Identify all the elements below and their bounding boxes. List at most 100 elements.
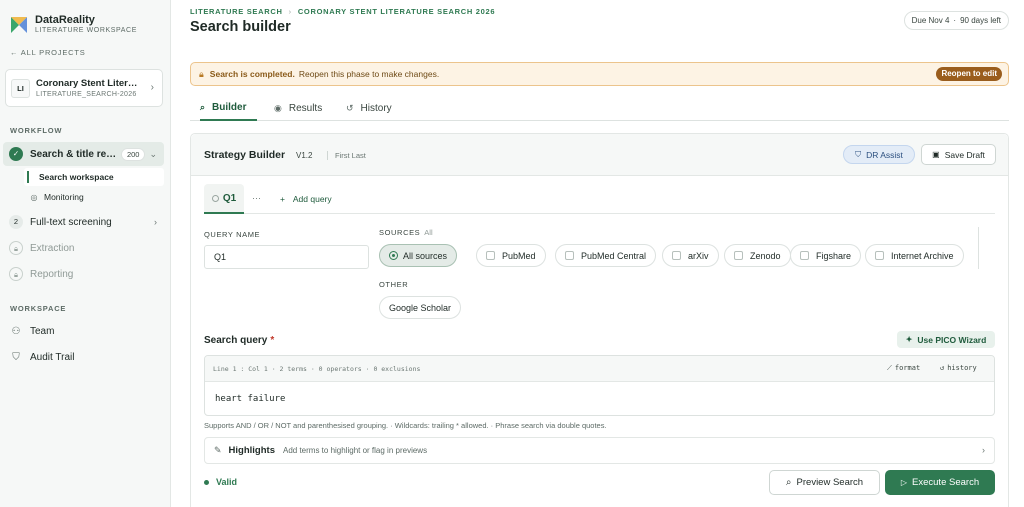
- project-selector[interactable]: LI Coronary Stent Literature Search 2026…: [5, 69, 163, 107]
- workspace-item-label: Team: [30, 326, 55, 337]
- chip-label: Figshare: [816, 250, 852, 261]
- tab-label: History: [360, 102, 392, 114]
- sparkle-icon: ✦: [905, 335, 913, 344]
- chip-label: All sources: [403, 250, 448, 261]
- datareality-logo-icon: [11, 17, 27, 33]
- users-icon: ⚇: [11, 326, 21, 337]
- dr-assist-button[interactable]: ⛉ DR Assist: [843, 145, 915, 164]
- chevron-right-icon: ›: [150, 82, 154, 93]
- more-options-icon[interactable]: ···: [252, 193, 261, 203]
- highlights-description: Add terms to highlight or flag in previe…: [283, 446, 428, 455]
- execute-search-button[interactable]: ▷ Execute Search: [885, 470, 995, 495]
- query-name-input[interactable]: Q1: [204, 245, 369, 269]
- button-label: format: [894, 364, 921, 372]
- subitem-monitoring[interactable]: ◎ Monitoring: [24, 188, 164, 206]
- query-tab-label: Q1: [222, 192, 237, 204]
- source-chip-figshare[interactable]: Figshare: [790, 244, 862, 267]
- chip-label: Google Scholar: [389, 302, 452, 313]
- chevron-down-icon[interactable]: ⌄: [149, 149, 157, 160]
- breadcrumb-item[interactable]: LITERATURE SEARCH: [190, 7, 283, 16]
- workspace-item-label: Audit Trail: [30, 352, 75, 363]
- workflow-item-label: Search & title review: [30, 148, 121, 160]
- tab-label: Results: [288, 102, 323, 114]
- banner-text: Reopen this phase to make changes.: [298, 69, 440, 79]
- workflow-item-label: Extraction: [30, 242, 75, 254]
- workflow-item-full-text-screening[interactable]: 2 Full-text screening ›: [3, 210, 164, 234]
- chip-label: PubMed: [502, 250, 536, 261]
- tab-builder[interactable]: ⌕ Builder: [200, 95, 257, 121]
- valid-label: Valid: [216, 477, 238, 487]
- checkbox-icon: [565, 251, 574, 260]
- tab-results[interactable]: ◉ Results: [274, 95, 322, 121]
- workflow-item-search-title-review[interactable]: ✓ Search & title review 200 ⌄: [3, 142, 164, 166]
- workflow-item-label: Reporting: [30, 268, 74, 280]
- chip-label: Zenodo: [750, 250, 781, 261]
- editor-toolbar: Line 1 : Col 1 · 2 terms · 0 operators ·…: [205, 356, 994, 382]
- play-icon: ▷: [900, 478, 908, 487]
- history-button[interactable]: ↺ history: [940, 364, 977, 372]
- source-chip-all[interactable]: All sources: [379, 244, 458, 267]
- search-query-text[interactable]: heart failure: [215, 394, 285, 404]
- sources-label: SOURCES All: [379, 228, 433, 237]
- tab-bar: ⌕ Builder ◉ Results ↺ History: [190, 95, 1009, 121]
- search-icon: ⌕: [785, 477, 792, 488]
- shield-icon: ⛉: [855, 149, 862, 159]
- source-chip-internet-archive[interactable]: Internet Archive: [865, 244, 964, 267]
- radio-selected-icon: [389, 251, 398, 260]
- workflow-item-label: Full-text screening: [30, 216, 112, 228]
- button-label: history: [947, 364, 977, 372]
- divider: [978, 227, 979, 269]
- workspace-item-audit-trail[interactable]: ⛉ Audit Trail: [10, 352, 74, 363]
- source-chip-arxiv[interactable]: arXiv: [662, 244, 719, 267]
- checkbox-icon: [486, 251, 495, 260]
- add-query-button[interactable]: + Add query: [280, 194, 332, 204]
- source-chip-google-scholar[interactable]: Google Scholar: [379, 296, 462, 319]
- strategy-builder-panel: Strategy Builder V1.2 First Last ⛉ DR As…: [190, 133, 1009, 507]
- query-tab-q1[interactable]: Q1: [204, 184, 244, 214]
- button-label: Execute Search: [912, 477, 980, 488]
- plus-icon: +: [280, 194, 285, 204]
- chip-label: arXiv: [688, 250, 709, 261]
- breadcrumb: LITERATURE SEARCH › CORONARY STENT LITER…: [190, 7, 495, 16]
- step-number: 2: [9, 215, 23, 229]
- preview-search-button[interactable]: ⌕ Preview Search: [769, 470, 880, 495]
- source-chip-zenodo[interactable]: Zenodo: [724, 244, 791, 267]
- workflow-item-reporting[interactable]: 🔒︎ Reporting: [3, 262, 164, 286]
- author-label: First Last: [327, 151, 366, 160]
- chip-label: PubMed Central: [581, 250, 647, 261]
- chip-label: Internet Archive: [891, 250, 954, 261]
- workspace-item-team[interactable]: ⚇ Team: [10, 326, 55, 337]
- sources-label-text: SOURCES: [379, 228, 421, 237]
- highlights-row[interactable]: ✎ Highlights Add terms to highlight or f…: [204, 437, 995, 464]
- workflow-section-label: WORKFLOW: [10, 126, 63, 135]
- status-circle-icon: [211, 194, 219, 202]
- check-icon: ✓: [9, 147, 23, 161]
- format-button[interactable]: ⟋ format: [887, 364, 920, 373]
- source-chip-pubmed[interactable]: PubMed: [476, 244, 546, 267]
- reopen-to-edit-button[interactable]: Reopen to edit: [936, 67, 1002, 81]
- project-title: Coronary Stent Literature Search 2026: [36, 78, 141, 89]
- project-avatar: LI: [11, 79, 30, 98]
- monitor-icon: ◎: [30, 192, 38, 202]
- breadcrumb-item[interactable]: CORONARY STENT LITERATURE SEARCH 2026: [298, 7, 495, 16]
- lock-icon: 🔒︎: [199, 68, 204, 79]
- history-icon: ↺: [346, 102, 354, 113]
- page-title: Search builder: [190, 19, 291, 35]
- all-projects-link[interactable]: ← ALL PROJECTS: [10, 48, 86, 57]
- highlighter-icon: ✎: [214, 445, 222, 455]
- use-pico-wizard-button[interactable]: ✦ Use PICO Wizard: [897, 331, 995, 348]
- other-label: OTHER: [379, 280, 409, 289]
- tab-history[interactable]: ↺ History: [346, 95, 392, 121]
- search-query-editor[interactable]: Line 1 : Col 1 · 2 terms · 0 operators ·…: [204, 355, 995, 416]
- checkbox-icon: [672, 251, 681, 260]
- brand[interactable]: DataReality LITERATURE WORKSPACE: [9, 14, 137, 36]
- due-date-badge: Due Nov 4 · 90 days left: [903, 11, 1009, 30]
- chevron-right-icon: ›: [154, 217, 157, 227]
- source-chip-pubmed-central[interactable]: PubMed Central: [555, 244, 657, 267]
- workflow-item-extraction[interactable]: 🔒︎ Extraction: [3, 236, 164, 260]
- subitem-search-workspace[interactable]: Search workspace: [24, 168, 164, 186]
- save-draft-button[interactable]: ▣ Save Draft: [921, 144, 996, 165]
- tab-label: Builder: [212, 101, 247, 113]
- shield-icon: ⛉: [12, 352, 20, 363]
- button-label: Add query: [292, 194, 332, 204]
